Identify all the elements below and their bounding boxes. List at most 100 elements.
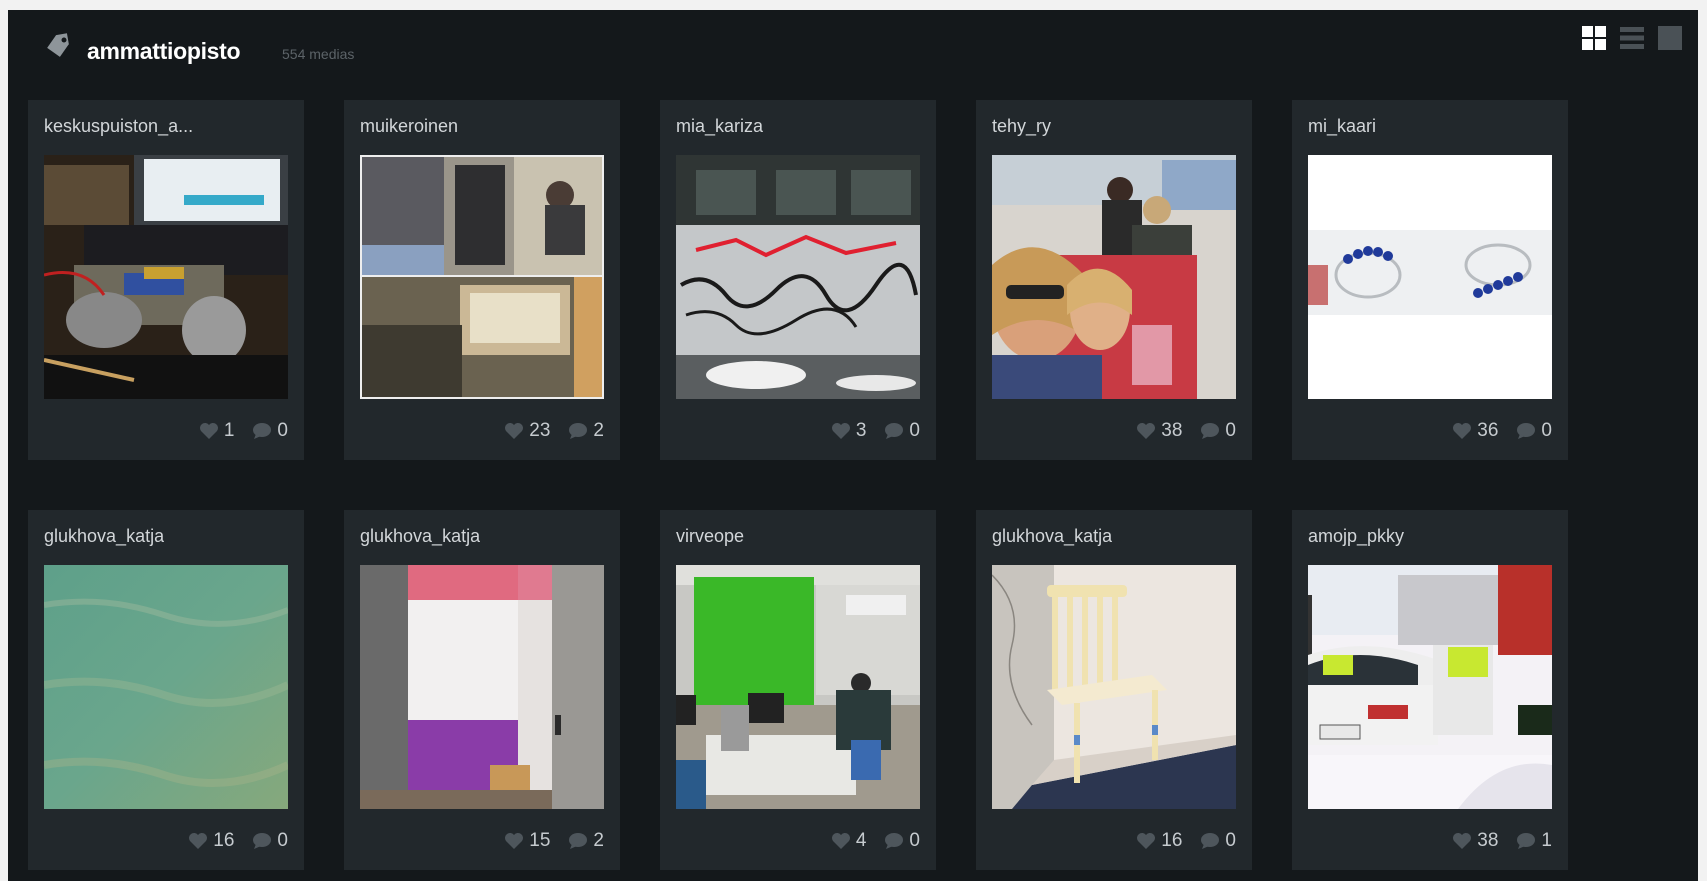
comment-count: 0 — [909, 420, 920, 441]
chair-image — [992, 565, 1236, 809]
bracelets-image — [1308, 155, 1552, 399]
heart-icon[interactable] — [504, 832, 524, 850]
comment-icon[interactable] — [1200, 832, 1220, 850]
media-thumbnail[interactable] — [44, 565, 288, 809]
like-count: 4 — [855, 830, 867, 851]
comment-count: 0 — [1225, 420, 1236, 441]
view-switcher — [1580, 24, 1684, 52]
media-card[interactable]: tehy_ry 38 0 — [976, 100, 1252, 460]
like-count: 23 — [529, 420, 551, 441]
comment-icon[interactable] — [1516, 832, 1536, 850]
card-username[interactable]: tehy_ry — [992, 116, 1051, 137]
comment-count: 0 — [1225, 830, 1236, 851]
comment-icon[interactable] — [884, 422, 904, 440]
card-stats: 38 0 — [1136, 420, 1236, 442]
card-username[interactable]: amojp_pkky — [1308, 526, 1404, 547]
media-card[interactable]: mi_kaari 36 0 — [1292, 100, 1568, 460]
card-username[interactable]: glukhova_katja — [360, 526, 480, 547]
media-thumbnail[interactable] — [360, 155, 604, 399]
green-texture-image — [44, 565, 288, 809]
media-card[interactable]: glukhova_katja 16 0 — [976, 510, 1252, 870]
heart-icon[interactable] — [504, 422, 524, 440]
tag-icon — [47, 33, 69, 57]
single-view-icon — [1658, 26, 1682, 50]
media-card[interactable]: muikeroinen 23 2 — [344, 100, 620, 460]
heart-icon[interactable] — [1136, 422, 1156, 440]
comment-icon[interactable] — [252, 422, 272, 440]
card-username[interactable]: glukhova_katja — [992, 526, 1112, 547]
list-view-button[interactable] — [1618, 24, 1646, 52]
media-thumbnail[interactable] — [1308, 565, 1552, 809]
heart-icon[interactable] — [188, 832, 208, 850]
comment-icon[interactable] — [568, 422, 588, 440]
comment-count: 2 — [593, 830, 604, 851]
comment-icon[interactable] — [568, 832, 588, 850]
like-count: 16 — [213, 830, 235, 851]
selfie-image — [992, 155, 1236, 399]
comment-icon[interactable] — [1200, 422, 1220, 440]
card-stats: 3 0 — [831, 420, 920, 442]
media-thumbnail[interactable] — [676, 155, 920, 399]
gallery-header: ammattiopisto 554 medias — [8, 10, 1698, 100]
comment-count: 2 — [593, 420, 604, 441]
comment-icon[interactable] — [1516, 422, 1536, 440]
like-count: 1 — [223, 420, 235, 441]
media-card[interactable]: glukhova_katja 15 2 — [344, 510, 620, 870]
heart-icon[interactable] — [1452, 832, 1472, 850]
card-username[interactable]: keskuspuiston_a... — [44, 116, 193, 137]
media-card[interactable]: virveope 4 0 — [660, 510, 936, 870]
card-stats: 36 0 — [1452, 420, 1552, 442]
like-count: 16 — [1161, 830, 1183, 851]
media-thumbnail[interactable] — [1308, 155, 1552, 399]
card-stats: 38 1 — [1452, 830, 1552, 852]
media-gallery: ammattiopisto 554 medias keskuspuiston_a… — [8, 10, 1698, 881]
collage-image — [360, 155, 604, 399]
grid-view-button[interactable] — [1580, 24, 1608, 52]
heart-icon[interactable] — [1452, 422, 1472, 440]
media-thumbnail[interactable] — [676, 565, 920, 809]
like-count: 15 — [529, 830, 551, 851]
heart-icon[interactable] — [831, 832, 851, 850]
like-count: 38 — [1161, 420, 1183, 441]
heart-icon[interactable] — [199, 422, 219, 440]
card-stats: 16 0 — [1136, 830, 1236, 852]
heart-icon[interactable] — [831, 422, 851, 440]
like-count: 38 — [1477, 830, 1499, 851]
comment-icon[interactable] — [252, 832, 272, 850]
card-username[interactable]: mi_kaari — [1308, 116, 1376, 137]
card-stats: 23 2 — [504, 420, 604, 442]
list-view-icon — [1620, 27, 1644, 49]
comment-count: 0 — [277, 830, 288, 851]
card-username[interactable]: glukhova_katja — [44, 526, 164, 547]
heart-icon[interactable] — [1136, 832, 1156, 850]
card-username[interactable]: mia_kariza — [676, 116, 763, 137]
card-stats: 16 0 — [188, 830, 288, 852]
card-username[interactable]: muikeroinen — [360, 116, 458, 137]
card-username[interactable]: virveope — [676, 526, 744, 547]
comment-count: 0 — [277, 420, 288, 441]
media-card[interactable]: keskuspuiston_a... 1 0 — [28, 100, 304, 460]
card-stats: 1 0 — [199, 420, 288, 442]
green-screen-classroom-image — [676, 565, 920, 809]
painted-wall-image — [360, 565, 604, 809]
robot-electronics-image — [44, 155, 288, 399]
media-card[interactable]: mia_kariza 3 0 — [660, 100, 936, 460]
media-card[interactable]: amojp_pkky 38 1 — [1292, 510, 1568, 870]
media-card[interactable]: glukhova_katja 16 0 — [28, 510, 304, 870]
comment-count: 1 — [1541, 830, 1552, 851]
comment-icon[interactable] — [884, 832, 904, 850]
single-view-button[interactable] — [1656, 24, 1684, 52]
tag-title[interactable]: ammattiopisto — [87, 38, 241, 65]
like-count: 3 — [855, 420, 867, 441]
comment-count: 0 — [1541, 420, 1552, 441]
car-snow-image — [1308, 565, 1552, 809]
media-thumbnail[interactable] — [992, 565, 1236, 809]
media-thumbnail[interactable] — [360, 565, 604, 809]
card-stats: 15 2 — [504, 830, 604, 852]
like-count: 36 — [1477, 420, 1499, 441]
media-thumbnail[interactable] — [992, 155, 1236, 399]
media-count: 554 medias — [282, 46, 355, 62]
comment-count: 0 — [909, 830, 920, 851]
media-thumbnail[interactable] — [44, 155, 288, 399]
card-stats: 4 0 — [831, 830, 920, 852]
